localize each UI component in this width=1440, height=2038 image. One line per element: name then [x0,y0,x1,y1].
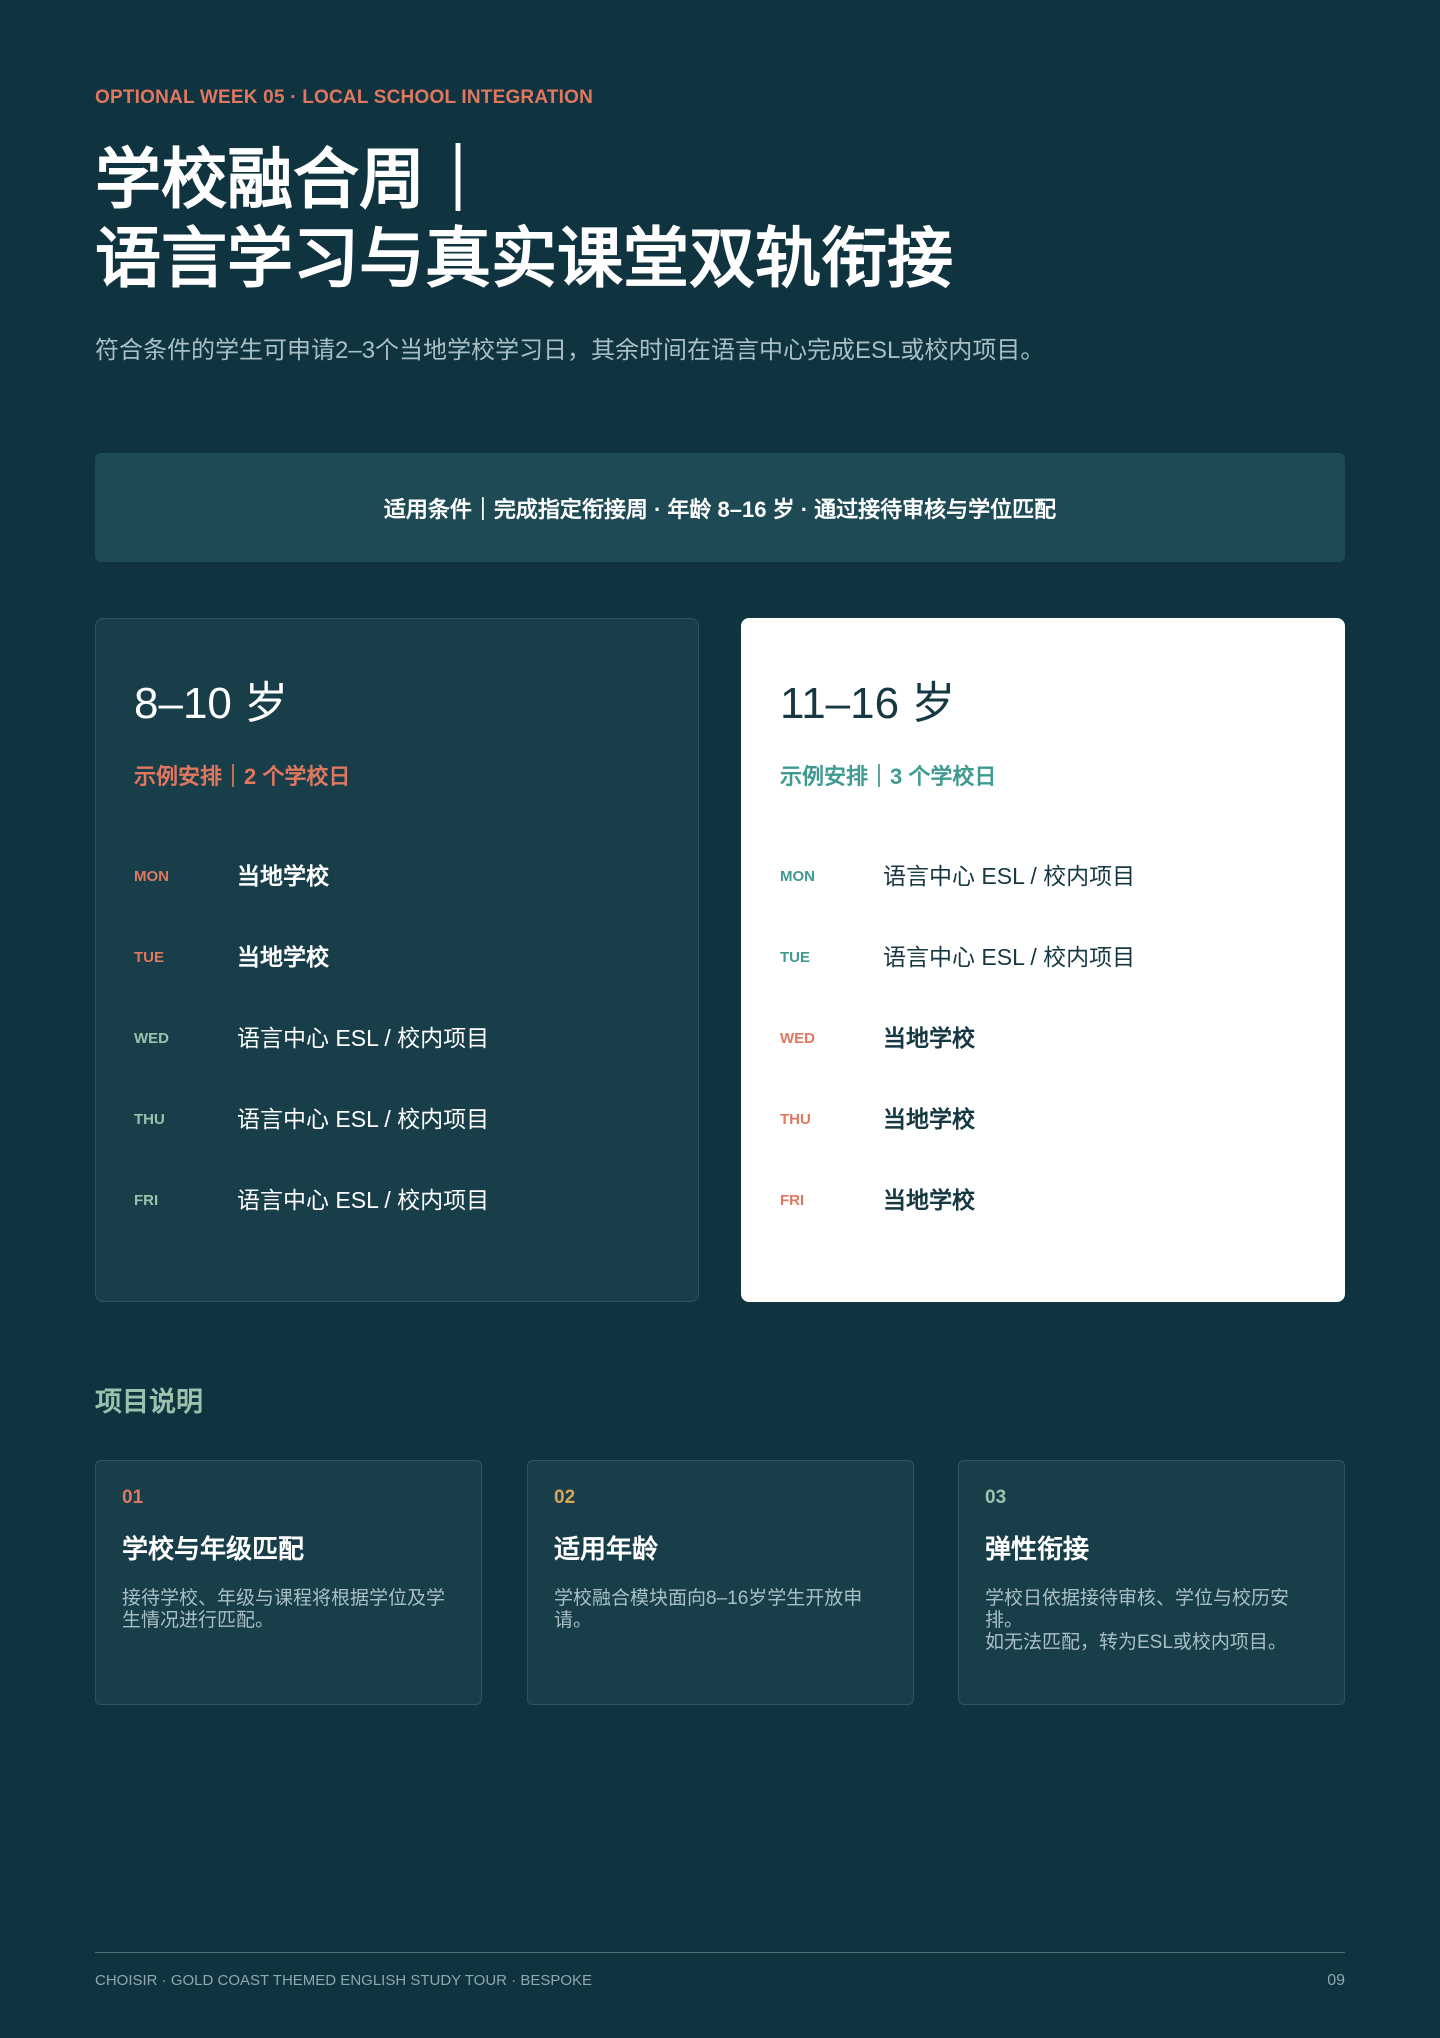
schedule-row: THU 语言中心 ESL / 校内项目 [134,1076,660,1157]
day-label: WED [134,1029,169,1047]
page-subtitle: 符合条件的学生可申请2–3个当地学校学习日，其余时间在语言中心完成ESL或校内项… [95,337,1045,364]
note-title: 适用年龄 [554,1534,659,1564]
note-body: 接待学校、年级与课程将根据学位及学生情况进行匹配。 [122,1588,446,1631]
footer-brand-text: CHOISIR · GOLD COAST THEMED ENGLISH STUD… [95,1972,593,1989]
note-title: 学校与年级匹配 [122,1534,305,1564]
note-body: 学校融合模块面向8–16岁学生开放申请。 [554,1588,863,1631]
weekly-schedule: MON 语言中心 ESL / 校内项目 TUE 语言中心 ESL / 校内项目 … [780,833,1306,1238]
schedule-row: FRI 当地学校 [780,1157,1306,1238]
activity-label: 语言中心 ESL / 校内项目 [237,1024,490,1051]
day-label: FRI [134,1191,159,1209]
card-subtitle: 示例安排｜2 个学校日 [134,764,351,789]
day-label: MON [780,867,815,885]
note-card-eligible-age: 02 适用年龄 学校融合模块面向8–16岁学生开放申请。 [527,1460,914,1705]
note-title: 弹性衔接 [985,1534,1090,1564]
activity-label: 语言中心 ESL / 校内项目 [883,943,1136,970]
schedule-row: THU 当地学校 [780,1076,1306,1157]
title-line-2: 语言学习与真实课堂双轨衔接 [95,221,953,295]
note-number: 03 [985,1487,1007,1508]
schedule-row: FRI 语言中心 ESL / 校内项目 [134,1157,660,1238]
weekly-schedule: MON 当地学校 TUE 当地学校 WED 语言中心 ESL / 校内项目 TH… [134,833,660,1238]
day-label: THU [134,1110,165,1128]
activity-label: 当地学校 [237,943,329,970]
day-label: FRI [780,1191,805,1209]
day-label: TUE [134,948,164,966]
eligibility-banner: 适用条件｜完成指定衔接周 · 年龄 8–16 岁 · 通过接待审核与学位匹配 [95,453,1345,562]
day-label: TUE [780,948,810,966]
card-subtitle: 示例安排｜3 个学校日 [780,764,997,789]
schedule-row: WED 当地学校 [780,995,1306,1076]
day-label: THU [780,1110,811,1128]
schedule-card-8-10: 8–10 岁 示例安排｜2 个学校日 MON 当地学校 TUE 当地学校 WED… [95,618,699,1302]
activity-label: 当地学校 [237,862,329,889]
activity-label: 语言中心 ESL / 校内项目 [883,862,1136,889]
activity-label: 当地学校 [883,1105,975,1132]
schedule-row: WED 语言中心 ESL / 校内项目 [134,995,660,1076]
activity-label: 当地学校 [883,1024,975,1051]
schedule-row: TUE 当地学校 [134,914,660,995]
notes-section-title: 项目说明 [95,1387,203,1417]
footer-divider [95,1952,1345,1953]
schedule-row: MON 当地学校 [134,833,660,914]
note-number: 01 [122,1487,144,1508]
note-number: 02 [554,1487,576,1508]
note-body: 学校日依据接待审核、学位与校历安排。 如无法匹配，转为ESL或校内项目。 [985,1588,1290,1653]
eyebrow-label: OPTIONAL WEEK 05 · LOCAL SCHOOL INTEGRAT… [95,87,594,108]
day-label: MON [134,867,169,885]
title-line-1: 学校融合周｜ [95,142,491,216]
activity-label: 语言中心 ESL / 校内项目 [237,1186,490,1213]
schedule-card-11-16: 11–16 岁 示例安排｜3 个学校日 MON 语言中心 ESL / 校内项目 … [741,618,1345,1302]
schedule-row: TUE 语言中心 ESL / 校内项目 [780,914,1306,995]
day-label: WED [780,1029,815,1047]
schedule-row: MON 语言中心 ESL / 校内项目 [780,833,1306,914]
page-title: 学校融合周｜ 语言学习与真实课堂双轨衔接 [95,140,953,298]
brochure-page: OPTIONAL WEEK 05 · LOCAL SCHOOL INTEGRAT… [95,0,1345,2038]
card-age-title: 11–16 岁 [780,679,956,728]
page-number: 09 [1327,1972,1345,1989]
note-card-school-grade-matching: 01 学校与年级匹配 接待学校、年级与课程将根据学位及学生情况进行匹配。 [95,1460,482,1705]
activity-label: 当地学校 [883,1186,975,1213]
card-age-title: 8–10 岁 [134,679,289,728]
activity-label: 语言中心 ESL / 校内项目 [237,1105,490,1132]
note-card-flexible-transition: 03 弹性衔接 学校日依据接待审核、学位与校历安排。 如无法匹配，转为ESL或校… [958,1460,1345,1705]
